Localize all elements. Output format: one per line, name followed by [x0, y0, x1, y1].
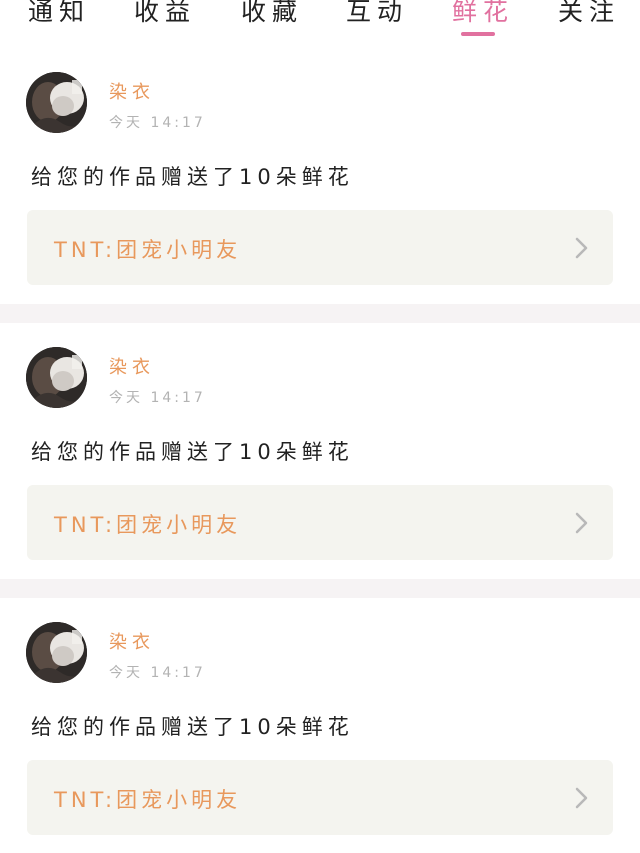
work-link-button[interactable]: TNT:团宠小明友: [27, 485, 613, 560]
card-separator: [0, 304, 640, 323]
sender-name[interactable]: 染衣: [109, 78, 155, 104]
chevron-right-icon: [575, 787, 588, 809]
card-separator: [0, 579, 640, 598]
notification-message: 给您的作品赠送了10朵鲜花: [31, 165, 354, 189]
flower-notification-card: 染衣 今天 14:17 给您的作品赠送了10朵鲜花 TNT:团宠小明友: [0, 323, 640, 579]
flower-notification-card: 染衣 今天 14:17 给您的作品赠送了10朵鲜花 TNT:团宠小明友: [0, 48, 640, 304]
notification-message: 给您的作品赠送了10朵鲜花: [31, 440, 354, 464]
tab-following[interactable]: 关注: [558, 0, 614, 34]
notification-time: 今天 14:17: [109, 390, 206, 406]
notification-time: 今天 14:17: [109, 665, 206, 681]
sender-avatar[interactable]: [26, 72, 87, 133]
work-link-button[interactable]: TNT:团宠小明友: [27, 210, 613, 285]
sender-name[interactable]: 染衣: [109, 628, 155, 654]
tab-flowers[interactable]: 鲜花: [452, 0, 508, 34]
tab-interactions[interactable]: 互动: [346, 0, 402, 34]
tab-favorites[interactable]: 收藏: [241, 0, 297, 34]
notification-message: 给您的作品赠送了10朵鲜花: [31, 715, 354, 739]
flower-notification-list: 染衣 今天 14:17 给您的作品赠送了10朵鲜花 TNT:团宠小明友 染衣 今…: [0, 48, 640, 853]
sender-avatar[interactable]: [26, 622, 87, 683]
sender-avatar[interactable]: [26, 347, 87, 408]
chevron-right-icon: [575, 512, 588, 534]
flower-notification-card: 染衣 今天 14:17 给您的作品赠送了10朵鲜花 TNT:团宠小明友: [0, 598, 640, 853]
sender-name[interactable]: 染衣: [109, 353, 155, 379]
tab-notifications[interactable]: 通知: [28, 0, 84, 34]
tab-earnings[interactable]: 收益: [134, 0, 190, 34]
chevron-right-icon: [575, 237, 588, 259]
notification-tab-bar: 通知 收益 收藏 互动 鲜花 关注: [0, 0, 640, 40]
work-title: TNT:团宠小明友: [54, 513, 242, 537]
work-title: TNT:团宠小明友: [54, 238, 242, 262]
active-tab-indicator: [461, 32, 495, 36]
notification-time: 今天 14:17: [109, 115, 206, 131]
work-title: TNT:团宠小明友: [54, 788, 242, 812]
work-link-button[interactable]: TNT:团宠小明友: [27, 760, 613, 835]
flowers-notification-page: 通知 收益 收藏 互动 鲜花 关注 染衣 今天 14:17 给您的作品赠送了10…: [0, 0, 640, 853]
